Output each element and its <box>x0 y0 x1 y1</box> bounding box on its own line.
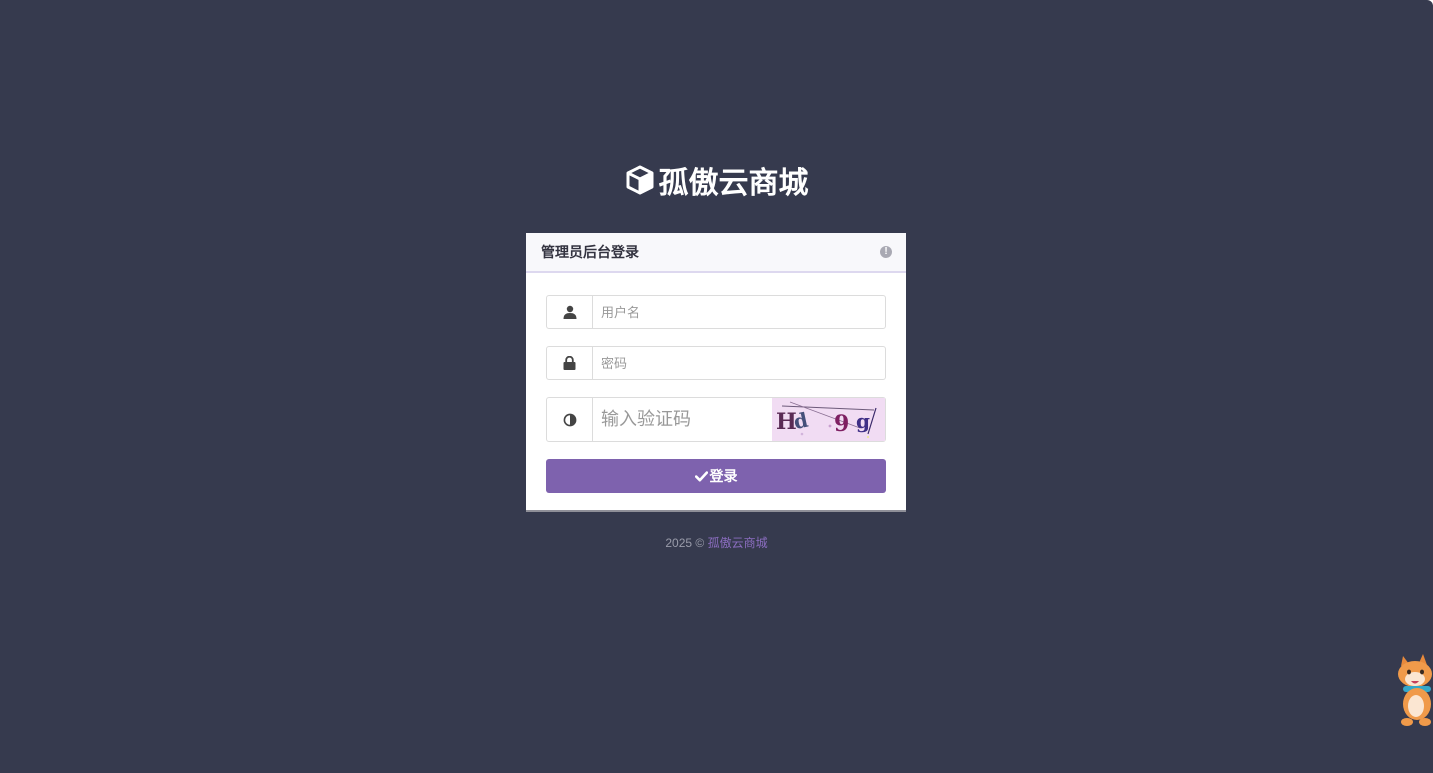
login-panel: 管理员后台登录 ! 用户名 输入验证码 H d 9 g 登录 <box>526 233 906 512</box>
user-icon <box>547 296 593 328</box>
username-input[interactable] <box>593 296 885 328</box>
lock-icon <box>547 347 593 379</box>
cube-icon <box>626 165 653 195</box>
login-button[interactable]: 登录 <box>546 459 886 493</box>
footer-year: 2025 <box>665 536 693 550</box>
fox-mascot-icon[interactable] <box>1393 648 1433 728</box>
brand-logo: 孤傲云商城 <box>0 158 1433 202</box>
footer-site-link[interactable]: 孤傲云商城 <box>708 536 768 550</box>
login-page: 孤傲云商城 管理员后台登录 ! 用户名 输入验证码 H d 9 g 登录 202… <box>0 0 1433 773</box>
captcha-char: 9 <box>834 411 849 437</box>
password-group <box>546 346 886 380</box>
password-input[interactable] <box>593 347 885 379</box>
captcha-input[interactable] <box>593 398 772 441</box>
login-button-label: 登录 <box>709 468 738 484</box>
check-icon <box>694 470 708 481</box>
exclamation-circle-icon[interactable]: ! <box>880 246 892 258</box>
adjust-icon <box>547 398 593 441</box>
captcha-image[interactable]: H d 9 g <box>772 398 885 441</box>
username-group <box>546 295 886 329</box>
footer: 2025 © 孤傲云商城 <box>0 534 1433 551</box>
login-panel-header: 管理员后台登录 ! <box>526 233 906 273</box>
captcha-char: g <box>856 409 870 433</box>
login-panel-title: 管理员后台登录 <box>541 244 639 260</box>
footer-copyright-symbol: © <box>695 536 705 550</box>
captcha-group: H d 9 g <box>546 397 886 442</box>
brand-name: 孤傲云商城 <box>658 167 809 200</box>
